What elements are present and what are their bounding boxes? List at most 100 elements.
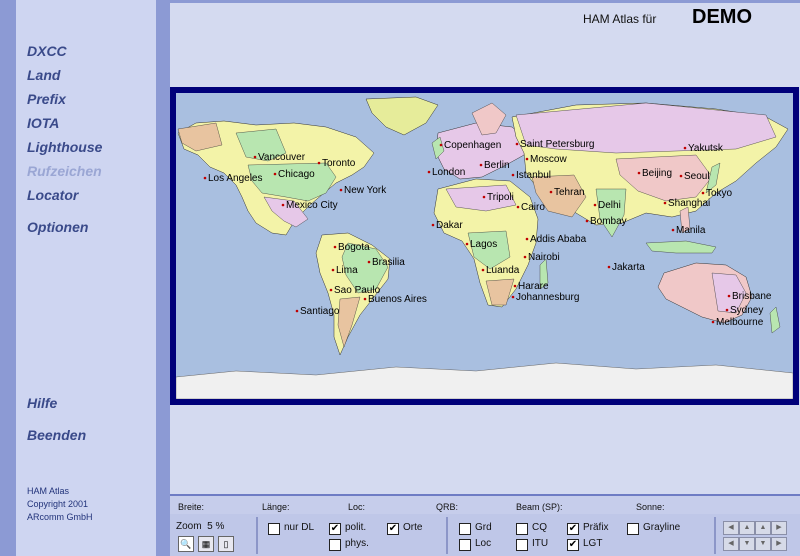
copyright-year: Copyright 2001 xyxy=(27,499,89,509)
polit-checkbox[interactable]: ✔ xyxy=(329,523,341,535)
city-label-delhi: Delhi xyxy=(598,200,621,211)
lgt-checkbox[interactable]: ✔ xyxy=(567,539,579,551)
nur-dl-checkbox[interactable] xyxy=(268,523,280,535)
city-dot-tehran xyxy=(549,190,553,194)
status-qrb: QRB: xyxy=(436,502,459,512)
city-dot-brasilia xyxy=(367,260,371,264)
nav-rufzeichen: Rufzeichen xyxy=(27,163,102,179)
city-dot-toronto xyxy=(317,161,321,165)
city-dot-tripoli xyxy=(482,195,486,199)
nav-locator[interactable]: Locator xyxy=(27,187,78,203)
nav-beenden[interactable]: Beenden xyxy=(27,427,86,443)
city-label-los-angeles: Los Angeles xyxy=(208,173,263,184)
zoom-magnifier-icon[interactable]: 🔍 xyxy=(178,536,194,552)
city-label-new-york: New York xyxy=(344,185,387,196)
city-dot-bogota xyxy=(333,245,337,249)
city-label-shanghai: Shanghai xyxy=(668,198,710,209)
zoom-readout: Zoom 5 % xyxy=(176,521,224,532)
cq-checkbox[interactable] xyxy=(516,523,528,535)
zoom-area-icon[interactable]: ▦ xyxy=(198,536,214,552)
city-dot-vancouver xyxy=(253,155,257,159)
sidebar xyxy=(16,0,156,556)
city-dot-addis-ababa xyxy=(525,237,529,241)
pan-up-icon[interactable]: ▲ xyxy=(755,521,771,535)
nav-lighthouse[interactable]: Lighthouse xyxy=(27,139,102,155)
status-laenge: Länge: xyxy=(262,502,290,512)
loc-checkbox[interactable] xyxy=(459,539,471,551)
city-label-johannesburg: Johannesburg xyxy=(516,292,579,303)
city-dot-chicago xyxy=(273,172,277,176)
status-beam: Beam (SP): xyxy=(516,502,563,512)
zoom-label: Zoom xyxy=(176,521,202,532)
city-dot-jakarta xyxy=(607,265,611,269)
city-dot-moscow xyxy=(525,157,529,161)
city-dot-beijing xyxy=(637,171,641,175)
phys-checkbox[interactable] xyxy=(329,539,341,551)
city-label-santiago: Santiago xyxy=(300,306,340,317)
city-label-mexico-city: Mexico City xyxy=(286,200,338,211)
city-label-yakutsk: Yakutsk xyxy=(688,143,724,154)
lgt-label: LGT xyxy=(583,538,603,549)
copyright-app: HAM Atlas xyxy=(27,486,70,496)
city-label-melbourne: Melbourne xyxy=(716,317,764,328)
praefix-checkbox[interactable]: ✔ xyxy=(567,523,579,535)
city-dot-saint-petersburg xyxy=(515,142,519,146)
nav-land[interactable]: Land xyxy=(27,67,60,83)
city-label-addis-ababa: Addis Ababa xyxy=(530,234,587,245)
sidebar-edge xyxy=(156,0,170,556)
grd-checkbox[interactable] xyxy=(459,523,471,535)
city-label-copenhagen: Copenhagen xyxy=(444,140,501,151)
city-dot-bombay xyxy=(585,219,589,223)
loc-label: Loc xyxy=(475,538,492,549)
nav-dxcc[interactable]: DXCC xyxy=(27,43,67,59)
city-label-tripoli: Tripoli xyxy=(487,192,514,203)
grayline-label: Grayline xyxy=(643,522,681,533)
city-dot-sao-paulo xyxy=(329,288,333,292)
city-dot-istanbul xyxy=(511,173,515,177)
city-dot-buenos-aires xyxy=(363,297,367,301)
toolbar-separator-3 xyxy=(714,517,716,554)
city-label-bombay: Bombay xyxy=(590,216,627,227)
status-loc: Loc: xyxy=(348,502,366,512)
nav-hilfe[interactable]: Hilfe xyxy=(27,395,57,411)
city-label-manila: Manila xyxy=(676,225,706,236)
orte-checkbox[interactable]: ✔ xyxy=(387,523,399,535)
copyright-company: ARcomm GmbH xyxy=(27,512,93,522)
city-label-harare: Harare xyxy=(518,281,549,292)
city-label-beijing: Beijing xyxy=(642,168,672,179)
grayline-checkbox[interactable] xyxy=(627,523,639,535)
city-label-istanbul: Istanbul xyxy=(516,170,551,181)
pan-right-icon[interactable]: ▶ xyxy=(771,521,787,535)
city-dot-delhi xyxy=(593,203,597,207)
city-dot-dakar xyxy=(431,223,435,227)
city-dot-santiago xyxy=(295,309,299,313)
left-stripe xyxy=(0,0,16,556)
orte-label: Orte xyxy=(403,522,423,533)
city-dot-mexico-city xyxy=(281,203,285,207)
nav-prefix[interactable]: Prefix xyxy=(27,91,66,107)
zoom-page-icon[interactable]: ▯ xyxy=(218,536,234,552)
pan-left-icon[interactable]: ▲ xyxy=(739,521,755,535)
pan-down-left-icon[interactable]: ▼ xyxy=(739,537,755,551)
city-dot-seoul xyxy=(679,174,683,178)
phys-label: phys. xyxy=(345,538,369,549)
zoom-value: 5 % xyxy=(207,521,225,532)
city-dot-lima xyxy=(331,268,335,272)
itu-checkbox[interactable] xyxy=(516,539,528,551)
city-label-brasilia: Brasilia xyxy=(372,257,405,268)
world-map[interactable]: Vancouver Toronto Chicago Los Angeles New Yo… xyxy=(176,93,793,399)
city-dot-melbourne xyxy=(711,320,715,324)
nav-optionen[interactable]: Optionen xyxy=(27,219,88,235)
pan-down-icon[interactable]: ▼ xyxy=(755,537,771,551)
pan-first-icon[interactable]: ◀ xyxy=(723,521,739,535)
nav-iota[interactable]: IOTA xyxy=(27,115,59,131)
city-label-moscow: Moscow xyxy=(530,154,567,165)
city-dot-los-angeles xyxy=(203,176,207,180)
city-dot-shanghai xyxy=(663,201,667,205)
pan-end-icon[interactable]: ▶ xyxy=(771,537,787,551)
city-label-berlin: Berlin xyxy=(484,160,510,171)
city-dot-brisbane xyxy=(727,294,731,298)
status-sonne: Sonne: xyxy=(636,502,665,512)
toolbar-separator-1 xyxy=(256,517,258,554)
pan-home-icon[interactable]: ◀ xyxy=(723,537,739,551)
